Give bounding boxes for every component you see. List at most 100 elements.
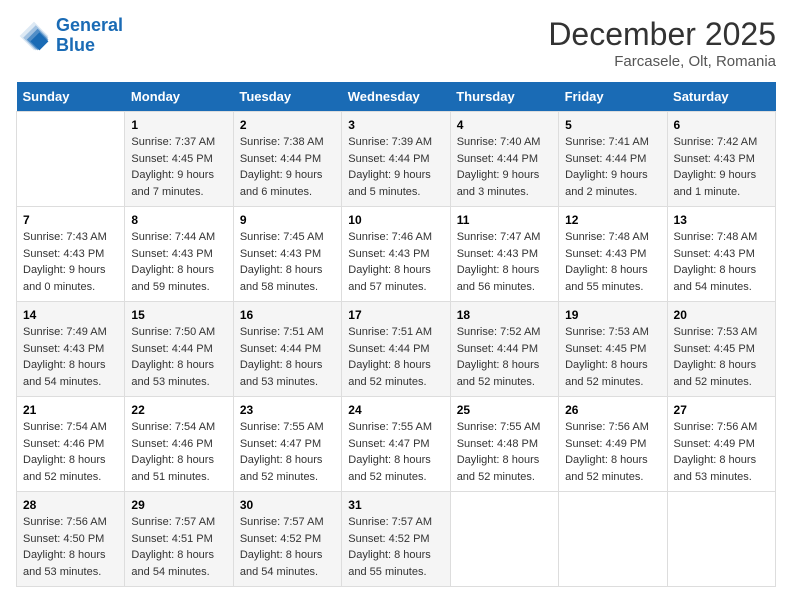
day-number: 13 xyxy=(674,213,769,227)
day-number: 16 xyxy=(240,308,335,322)
day-info: Sunrise: 7:53 AM Sunset: 4:45 PM Dayligh… xyxy=(674,324,769,390)
logo-text: General Blue xyxy=(56,16,123,56)
calendar-week-row: 21Sunrise: 7:54 AM Sunset: 4:46 PM Dayli… xyxy=(17,397,776,492)
day-info: Sunrise: 7:39 AM Sunset: 4:44 PM Dayligh… xyxy=(348,134,443,200)
calendar-cell xyxy=(17,112,125,207)
calendar-cell: 18 Sunrise: 7:52 AM Sunset: 4:44 PM Dayli… xyxy=(450,302,558,397)
weekday-header-sunday: Sunday xyxy=(17,82,125,112)
day-number: 28 xyxy=(23,498,118,512)
day-info: Sunrise: 7:56 AM Sunset: 4:50 PM Dayligh… xyxy=(23,514,118,580)
weekday-header-row: SundayMondayTuesdayWednesdayThursdayFrid… xyxy=(17,82,776,112)
day-number: 30 xyxy=(240,498,335,512)
day-info: Sunrise: 7:47 AM Sunset: 4:43 PM Dayligh… xyxy=(457,229,552,295)
day-number: 11 xyxy=(457,213,552,227)
day-number: 20 xyxy=(674,308,769,322)
day-number: 26 xyxy=(565,403,660,417)
weekday-header-saturday: Saturday xyxy=(667,82,775,112)
day-number: 21 xyxy=(23,403,118,417)
calendar-cell: 3 Sunrise: 7:39 AM Sunset: 4:44 PM Daylig… xyxy=(342,112,450,207)
day-number: 3 xyxy=(348,118,443,132)
weekday-header-tuesday: Tuesday xyxy=(233,82,341,112)
calendar-cell: 7 Sunrise: 7:43 AM Sunset: 4:43 PM Daylig… xyxy=(17,207,125,302)
day-info: Sunrise: 7:55 AM Sunset: 4:47 PM Dayligh… xyxy=(240,419,335,485)
calendar-cell: 5 Sunrise: 7:41 AM Sunset: 4:44 PM Daylig… xyxy=(559,112,667,207)
calendar-cell: 22Sunrise: 7:54 AM Sunset: 4:46 PM Dayli… xyxy=(125,397,233,492)
day-info: Sunrise: 7:56 AM Sunset: 4:49 PM Dayligh… xyxy=(565,419,660,485)
title-area: December 2025 Farcasele, Olt, Romania xyxy=(548,16,776,70)
day-info: Sunrise: 7:50 AM Sunset: 4:44 PM Dayligh… xyxy=(131,324,226,390)
calendar-week-row: 14 Sunrise: 7:49 AM Sunset: 4:43 PM Dayli… xyxy=(17,302,776,397)
day-number: 6 xyxy=(674,118,769,132)
day-number: 9 xyxy=(240,213,335,227)
day-info: Sunrise: 7:43 AM Sunset: 4:43 PM Dayligh… xyxy=(23,229,118,295)
day-number: 5 xyxy=(565,118,660,132)
calendar-cell: 21Sunrise: 7:54 AM Sunset: 4:46 PM Dayli… xyxy=(17,397,125,492)
calendar-cell: 12Sunrise: 7:48 AM Sunset: 4:43 PM Dayli… xyxy=(559,207,667,302)
day-info: Sunrise: 7:51 AM Sunset: 4:44 PM Dayligh… xyxy=(240,324,335,390)
day-info: Sunrise: 7:37 AM Sunset: 4:45 PM Dayligh… xyxy=(131,134,226,200)
day-number: 12 xyxy=(565,213,660,227)
day-info: Sunrise: 7:44 AM Sunset: 4:43 PM Dayligh… xyxy=(131,229,226,295)
day-info: Sunrise: 7:57 AM Sunset: 4:52 PM Dayligh… xyxy=(240,514,335,580)
day-number: 29 xyxy=(131,498,226,512)
day-number: 24 xyxy=(348,403,443,417)
calendar-cell: 16 Sunrise: 7:51 AM Sunset: 4:44 PM Dayli… xyxy=(233,302,341,397)
calendar-week-row: 28 Sunrise: 7:56 AM Sunset: 4:50 PM Dayli… xyxy=(17,492,776,587)
day-number: 18 xyxy=(457,308,552,322)
weekday-header-friday: Friday xyxy=(559,82,667,112)
day-info: Sunrise: 7:53 AM Sunset: 4:45 PM Dayligh… xyxy=(565,324,660,390)
calendar-cell: 26 Sunrise: 7:56 AM Sunset: 4:49 PM Dayli… xyxy=(559,397,667,492)
calendar-cell: 10Sunrise: 7:46 AM Sunset: 4:43 PM Dayli… xyxy=(342,207,450,302)
day-info: Sunrise: 7:57 AM Sunset: 4:52 PM Dayligh… xyxy=(348,514,443,580)
calendar-cell: 23 Sunrise: 7:55 AM Sunset: 4:47 PM Dayli… xyxy=(233,397,341,492)
day-info: Sunrise: 7:41 AM Sunset: 4:44 PM Dayligh… xyxy=(565,134,660,200)
calendar-cell: 27Sunrise: 7:56 AM Sunset: 4:49 PM Dayli… xyxy=(667,397,775,492)
day-info: Sunrise: 7:48 AM Sunset: 4:43 PM Dayligh… xyxy=(674,229,769,295)
logo-line2: Blue xyxy=(56,35,95,55)
calendar-cell: 1 Sunrise: 7:37 AM Sunset: 4:45 PM Daylig… xyxy=(125,112,233,207)
calendar-cell: 13 Sunrise: 7:48 AM Sunset: 4:43 PM Dayli… xyxy=(667,207,775,302)
day-number: 19 xyxy=(565,308,660,322)
day-info: Sunrise: 7:56 AM Sunset: 4:49 PM Dayligh… xyxy=(674,419,769,485)
day-info: Sunrise: 7:51 AM Sunset: 4:44 PM Dayligh… xyxy=(348,324,443,390)
logo-icon xyxy=(16,18,52,54)
day-number: 15 xyxy=(131,308,226,322)
day-number: 22 xyxy=(131,403,226,417)
header: General Blue December 2025 Farcasele, Ol… xyxy=(16,16,776,70)
calendar-cell: 11 Sunrise: 7:47 AM Sunset: 4:43 PM Dayli… xyxy=(450,207,558,302)
calendar-cell: 28 Sunrise: 7:56 AM Sunset: 4:50 PM Dayli… xyxy=(17,492,125,587)
calendar-cell: 9Sunrise: 7:45 AM Sunset: 4:43 PM Daylig… xyxy=(233,207,341,302)
calendar-cell: 6 Sunrise: 7:42 AM Sunset: 4:43 PM Daylig… xyxy=(667,112,775,207)
day-number: 14 xyxy=(23,308,118,322)
location-title: Farcasele, Olt, Romania xyxy=(548,53,776,70)
calendar-week-row: 1 Sunrise: 7:37 AM Sunset: 4:45 PM Daylig… xyxy=(17,112,776,207)
calendar-cell: 19 Sunrise: 7:53 AM Sunset: 4:45 PM Dayli… xyxy=(559,302,667,397)
calendar-cell: 31 Sunrise: 7:57 AM Sunset: 4:52 PM Dayli… xyxy=(342,492,450,587)
day-number: 31 xyxy=(348,498,443,512)
day-info: Sunrise: 7:49 AM Sunset: 4:43 PM Dayligh… xyxy=(23,324,118,390)
day-number: 7 xyxy=(23,213,118,227)
weekday-header-monday: Monday xyxy=(125,82,233,112)
day-info: Sunrise: 7:38 AM Sunset: 4:44 PM Dayligh… xyxy=(240,134,335,200)
day-number: 1 xyxy=(131,118,226,132)
calendar-cell xyxy=(450,492,558,587)
calendar-cell: 4Sunrise: 7:40 AM Sunset: 4:44 PM Daylig… xyxy=(450,112,558,207)
month-title: December 2025 xyxy=(548,16,776,53)
logo-line1: General xyxy=(56,15,123,35)
calendar-cell: 14 Sunrise: 7:49 AM Sunset: 4:43 PM Dayli… xyxy=(17,302,125,397)
calendar-cell: 17 Sunrise: 7:51 AM Sunset: 4:44 PM Dayli… xyxy=(342,302,450,397)
day-number: 2 xyxy=(240,118,335,132)
weekday-header-thursday: Thursday xyxy=(450,82,558,112)
day-info: Sunrise: 7:55 AM Sunset: 4:47 PM Dayligh… xyxy=(348,419,443,485)
calendar-cell: 20 Sunrise: 7:53 AM Sunset: 4:45 PM Dayli… xyxy=(667,302,775,397)
calendar-cell: 24 Sunrise: 7:55 AM Sunset: 4:47 PM Dayli… xyxy=(342,397,450,492)
day-info: Sunrise: 7:42 AM Sunset: 4:43 PM Dayligh… xyxy=(674,134,769,200)
calendar-cell: 15 Sunrise: 7:50 AM Sunset: 4:44 PM Dayli… xyxy=(125,302,233,397)
day-number: 4 xyxy=(457,118,552,132)
day-info: Sunrise: 7:55 AM Sunset: 4:48 PM Dayligh… xyxy=(457,419,552,485)
calendar-table: SundayMondayTuesdayWednesdayThursdayFrid… xyxy=(16,82,776,587)
calendar-week-row: 7 Sunrise: 7:43 AM Sunset: 4:43 PM Daylig… xyxy=(17,207,776,302)
day-number: 17 xyxy=(348,308,443,322)
day-number: 23 xyxy=(240,403,335,417)
day-info: Sunrise: 7:52 AM Sunset: 4:44 PM Dayligh… xyxy=(457,324,552,390)
